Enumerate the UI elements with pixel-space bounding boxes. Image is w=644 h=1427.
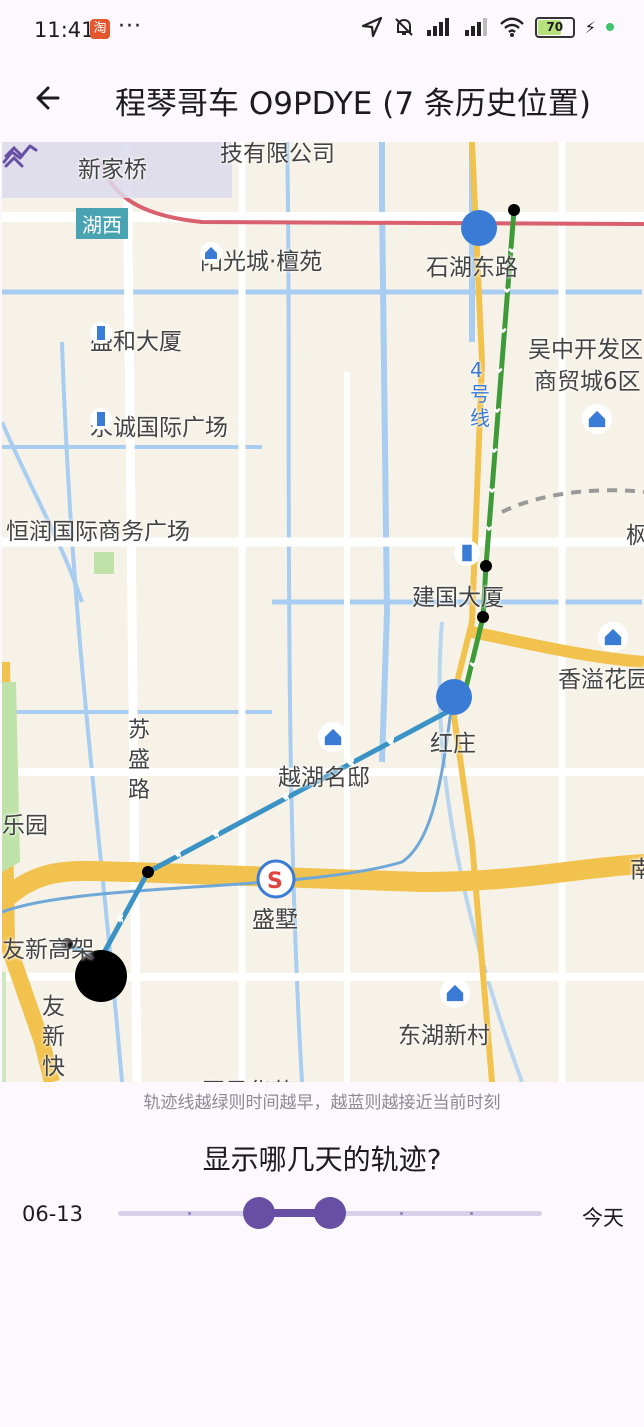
label-right-edge2: 枫 [626, 523, 644, 549]
svg-text:⌄: ⌄ [487, 481, 497, 495]
home-poi-icon [582, 404, 612, 434]
charging-icon: ⚡ [584, 17, 596, 37]
label-susheng: 苏盛路 [128, 718, 151, 803]
label-donghu: 东湖新村 [398, 1023, 490, 1049]
label-xinjiaqiao: 新家桥 [78, 157, 147, 183]
status-icons: 70 ⚡ [361, 16, 614, 38]
days-question: 显示哪几天的轨迹? [202, 1143, 442, 1176]
home-poi-icon [200, 242, 222, 264]
svg-text:S: S [267, 869, 283, 894]
label-wuzhong-1: 吴中开发区 [528, 337, 643, 363]
wifi-icon [499, 17, 524, 37]
label-right-edge: 南 [630, 857, 644, 883]
label-yongcheng: 永诚国际广场 [90, 408, 228, 442]
home-poi-icon [598, 622, 628, 652]
svg-text:⌄: ⌄ [489, 441, 499, 455]
label-leyuan: 乐园 [2, 813, 48, 839]
label-shenghe: 盛和大厦 [90, 322, 182, 356]
label-bottom: 园风华苑 [202, 1072, 294, 1082]
label-wuzhong-2: 商贸城6区 [534, 369, 641, 395]
back-button[interactable] [26, 76, 70, 120]
slider-thumb-end[interactable] [314, 1197, 346, 1229]
track-color-hint: 轨迹线越绿则时间越早，越蓝则越接近当前时刻 [143, 1093, 501, 1113]
battery-icon: 70 [534, 16, 575, 38]
svg-text:⌄: ⌄ [484, 519, 494, 533]
app-notification-icon: 淘 [90, 19, 110, 39]
home-poi-icon [318, 722, 348, 752]
label-yuehu: 越湖名邸 [278, 765, 370, 791]
svg-text:«: « [116, 911, 123, 925]
label-jianguo: 建国大厦 [412, 585, 504, 611]
svg-text:⌄: ⌄ [502, 281, 512, 295]
label-line4: 4号线 [470, 358, 490, 430]
location-icon [361, 16, 382, 38]
track-point [142, 866, 154, 878]
arrow-left-icon [36, 86, 60, 110]
slider-tick [187, 1212, 191, 1215]
map-view[interactable]: ⌄ ⌄ ⌄ ⌄ ⌄ ⌄ ⌄ ⌄ ⌄ « « « « « « S 新家桥 湖西 技… [2, 142, 644, 1082]
label-top-company: 技有限公司 [220, 142, 335, 167]
label-youxin: 友新高架 [2, 937, 94, 963]
mute-bell-icon [395, 18, 413, 36]
home-poi-icon [440, 978, 470, 1008]
slider-thumb-start[interactable] [243, 1197, 276, 1229]
page-title: 程琴哥车 O9PDYE (7 条历史位置) [115, 86, 591, 122]
slider-start-label: 06-13 [22, 1202, 84, 1226]
app-bar: 程琴哥车 O9PDYE (7 条历史位置) [0, 60, 644, 142]
more-notifications-icon: ··· [118, 14, 142, 39]
track-point [477, 611, 489, 623]
label-huxi: 湖西 [76, 208, 128, 239]
metro-station-icon [436, 679, 472, 715]
svg-text:⌄: ⌄ [494, 361, 504, 375]
signal-icon [464, 18, 487, 36]
building-poi-icon [90, 322, 112, 344]
svg-text:«: « [174, 846, 181, 860]
svg-text:«: « [387, 734, 394, 748]
label-shengshu: 盛墅 [252, 907, 298, 933]
label-yangguangcheng: 阳光城·檀苑 [200, 242, 322, 276]
svg-text:⌄: ⌄ [468, 655, 478, 669]
slider-end-label: 今天 [582, 1206, 624, 1230]
status-time: 11:41 [34, 18, 95, 42]
svg-text:«: « [212, 826, 219, 840]
charging-dot [606, 23, 614, 31]
label-shihudonglu: 石湖东路 [426, 255, 518, 281]
svg-text:⌄: ⌄ [498, 321, 508, 335]
slider-tick [399, 1212, 403, 1215]
track-point [508, 204, 520, 216]
label-xiangyi: 香溢花园 [558, 667, 644, 693]
status-bar: 11:41 淘 ··· 70 ⚡ [0, 0, 644, 60]
track-point [480, 560, 492, 572]
track-layer: ⌄ ⌄ ⌄ ⌄ ⌄ ⌄ ⌄ ⌄ ⌄ « « « « « « S [61, 204, 520, 1002]
label-hongzhuang: 红庄 [430, 731, 476, 757]
label-hengrun: 恒润国际商务广场 [6, 519, 190, 545]
metro-station-icon [461, 210, 497, 246]
chevron-up-icon[interactable] [2, 142, 26, 170]
label-youxinkuai: 友新快 [42, 994, 65, 1080]
building-poi-icon [454, 540, 480, 566]
building-poi-icon [90, 408, 112, 430]
signal-hd-icon [426, 18, 449, 36]
